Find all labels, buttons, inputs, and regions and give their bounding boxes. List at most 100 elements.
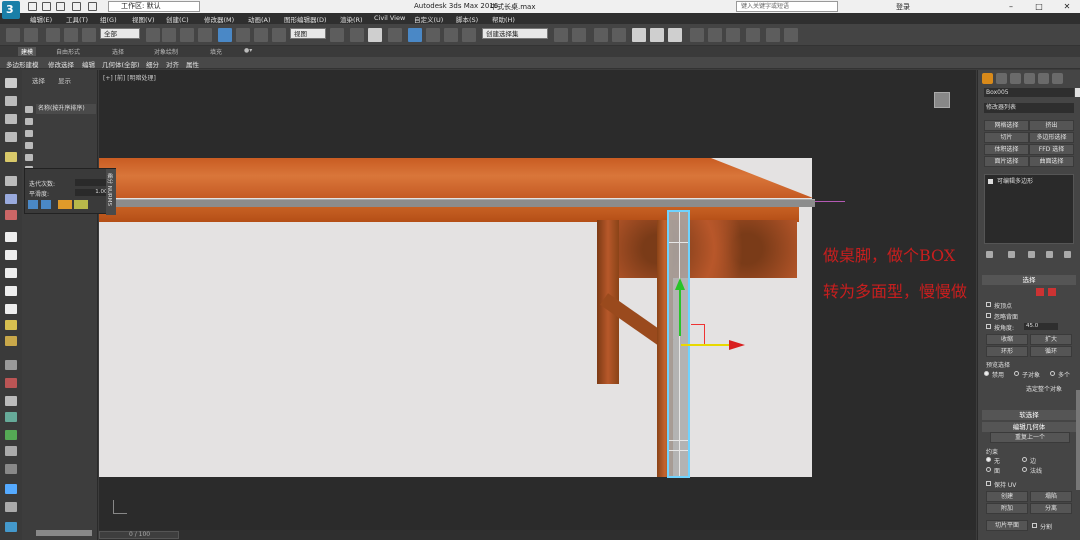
- filter-cameras-icon[interactable]: [25, 142, 33, 149]
- hierarchy-tab-icon[interactable]: [1010, 73, 1021, 84]
- preview-multi-radio[interactable]: [1050, 371, 1055, 376]
- show-end-result-icon[interactable]: [1008, 251, 1015, 258]
- grid-icon[interactable]: [5, 360, 17, 370]
- rollout-selection[interactable]: 选择: [982, 275, 1076, 285]
- gizmo-x-axis[interactable]: [681, 344, 731, 346]
- pivot-center-icon[interactable]: [330, 28, 344, 42]
- angle-field[interactable]: 45.0: [1024, 323, 1058, 330]
- modifier-list-dropdown[interactable]: 修改器列表: [984, 103, 1074, 113]
- filter-lights-icon[interactable]: [25, 130, 33, 137]
- layer-explorer-icon[interactable]: [594, 28, 608, 42]
- menu-graph-editors[interactable]: 图形编辑器(D): [284, 14, 327, 24]
- preserve-uv-checkbox[interactable]: [986, 481, 991, 486]
- particle-icon[interactable]: [5, 446, 17, 456]
- render-cloud-icon[interactable]: [766, 28, 780, 42]
- loop-button[interactable]: 循环: [1030, 346, 1072, 357]
- color-swatch-yellow[interactable]: [74, 200, 88, 209]
- repeat-last-button[interactable]: 重复上一个: [990, 432, 1070, 443]
- filter-shapes-icon[interactable]: [25, 118, 33, 125]
- material-editor-icon[interactable]: [668, 28, 682, 42]
- bone-icon[interactable]: [5, 378, 17, 388]
- redo-icon[interactable]: [24, 28, 38, 42]
- shrink-button[interactable]: 收缩: [986, 334, 1028, 345]
- menu-civil-view[interactable]: Civil View: [374, 14, 405, 22]
- modifier-stack[interactable]: 可编辑多边形: [984, 174, 1074, 244]
- pin-stack-icon[interactable]: [986, 251, 993, 258]
- sun-icon[interactable]: [5, 320, 17, 330]
- rotate-icon[interactable]: [236, 28, 250, 42]
- light-icon[interactable]: [5, 152, 17, 162]
- by-angle-checkbox[interactable]: [986, 324, 991, 329]
- helper-icon[interactable]: [5, 210, 17, 220]
- eye-icon[interactable]: [5, 78, 17, 88]
- app-logo-icon[interactable]: 3: [2, 1, 20, 19]
- menu-group[interactable]: 组(G): [100, 14, 117, 24]
- by-vertex-checkbox[interactable]: [986, 302, 991, 307]
- box-icon[interactable]: [5, 232, 17, 242]
- spinner-snap-icon[interactable]: [444, 28, 458, 42]
- subdivision-panel[interactable]: 细分: [146, 59, 159, 69]
- menu-scripting[interactable]: 脚本(S): [456, 14, 478, 24]
- keyboard-shortcut-icon[interactable]: [368, 28, 382, 42]
- curve-editor-icon[interactable]: [632, 28, 646, 42]
- place-icon[interactable]: [272, 28, 286, 42]
- redo-icon[interactable]: [88, 2, 97, 11]
- filter-helpers-icon[interactable]: [25, 154, 33, 161]
- close-button[interactable]: ✕: [1056, 0, 1078, 13]
- render-production-icon[interactable]: [726, 28, 740, 42]
- ribbon-tab-freeform[interactable]: 自由形式: [56, 47, 80, 56]
- ribbon-tab-object-paint[interactable]: 对象绘制: [154, 47, 178, 56]
- collapse-button[interactable]: 塌陷: [1030, 491, 1072, 502]
- gear-icon[interactable]: [5, 396, 17, 406]
- ok-icon[interactable]: [41, 200, 51, 209]
- apply-icon[interactable]: [28, 200, 38, 209]
- region-select-icon[interactable]: [180, 28, 194, 42]
- select-object-icon[interactable]: [146, 28, 160, 42]
- select-by-name-icon[interactable]: [162, 28, 176, 42]
- angle-snap-icon[interactable]: [408, 28, 422, 42]
- schematic-view-icon[interactable]: [650, 28, 664, 42]
- filter-geometry-icon[interactable]: [25, 106, 33, 113]
- explorer-scrollbar[interactable]: [36, 530, 92, 536]
- slice-plane-button[interactable]: 切片平面: [986, 520, 1028, 531]
- render-setup-icon[interactable]: [690, 28, 704, 42]
- motion-tab-icon[interactable]: [1024, 73, 1035, 84]
- render-iterative-icon[interactable]: [746, 28, 760, 42]
- attach-button[interactable]: 附加: [986, 503, 1028, 514]
- ribbon-tab-selection[interactable]: 选择: [112, 47, 124, 56]
- torus-icon[interactable]: [5, 286, 17, 296]
- move-icon[interactable]: [218, 28, 232, 42]
- undo-icon[interactable]: [72, 2, 81, 11]
- viewcube-icon[interactable]: [934, 92, 950, 108]
- named-selection-set-dropdown[interactable]: 创建选择集: [482, 28, 548, 39]
- properties-panel[interactable]: 属性: [186, 59, 199, 69]
- shape-icon[interactable]: [5, 464, 17, 474]
- geometry-all-panel[interactable]: 几何体(全部): [102, 59, 140, 69]
- explorer-tab-select[interactable]: 选择: [32, 75, 45, 85]
- modify-tab-icon[interactable]: [996, 73, 1007, 84]
- grow-button[interactable]: 扩大: [1030, 334, 1072, 345]
- poly-select-button[interactable]: 多边形选择: [1029, 132, 1074, 143]
- scene-explorer-icon[interactable]: [612, 28, 626, 42]
- globe-icon[interactable]: [5, 412, 17, 422]
- list-icon[interactable]: [5, 114, 17, 124]
- caddy-side-tab[interactable]: 细分 NURMS: [106, 169, 116, 215]
- object-name-field[interactable]: Box005: [984, 88, 1074, 97]
- rollout-soft-selection[interactable]: 软选择: [982, 410, 1076, 420]
- command-panel-scrollbar[interactable]: [1076, 390, 1080, 490]
- remove-modifier-icon[interactable]: [1046, 251, 1053, 258]
- leaf-icon[interactable]: [5, 430, 17, 440]
- menu-modifiers[interactable]: 修改器(M): [204, 14, 234, 24]
- make-unique-icon[interactable]: [1028, 251, 1035, 258]
- ignore-backfacing-checkbox[interactable]: [986, 313, 991, 318]
- extrude-button[interactable]: 挤出: [1029, 120, 1074, 131]
- snaps-toggle-icon[interactable]: [388, 28, 402, 42]
- bind-space-warp-icon[interactable]: [82, 28, 96, 42]
- camera-icon[interactable]: [5, 194, 17, 204]
- ffd-select-button[interactable]: FFD 选择: [1029, 144, 1074, 155]
- gizmo-x-arrow-icon[interactable]: [729, 340, 745, 350]
- menu-customize[interactable]: 自定义(U): [414, 14, 443, 24]
- front-viewport[interactable]: [+] [前] [明暗处理] 做桌脚，做个BOX 转为多面型，慢慢做: [99, 70, 976, 530]
- gizmo-y-arrow-icon[interactable]: [675, 278, 685, 290]
- menu-help[interactable]: 帮助(H): [492, 14, 515, 24]
